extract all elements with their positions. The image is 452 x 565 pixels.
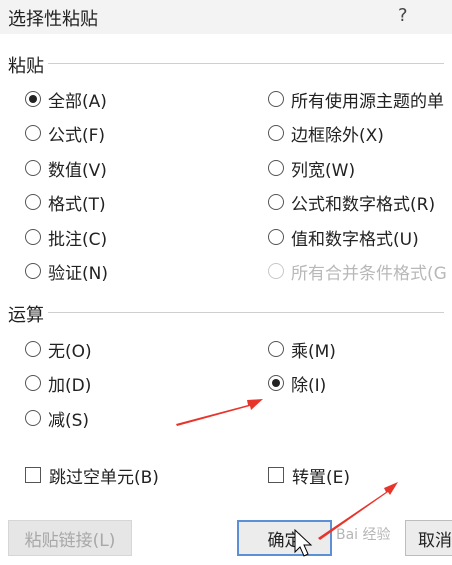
paste-section-label: 粘贴 [8,56,44,77]
radio-button[interactable] [25,194,41,210]
radio-button[interactable] [25,160,41,176]
option-label: 列宽(W) [291,160,356,181]
operation-option-subtract[interactable]: 减(S) [25,405,89,431]
radio-button [268,263,284,279]
operation-option-multiply[interactable]: 乘(M) [268,336,336,362]
radio-button[interactable] [25,375,41,391]
checkbox-box[interactable] [268,467,284,483]
radio-button[interactable] [268,125,284,141]
paste-option-all[interactable]: 全部(A) [25,86,107,112]
ok-button[interactable]: 确定 [237,520,332,556]
operation-option-add[interactable]: 加(D) [25,370,91,396]
checkbox-box[interactable] [25,467,41,483]
option-label: 公式和数字格式(R) [291,194,436,215]
dialog-title: 选择性粘贴 [8,9,98,30]
radio-button[interactable] [268,341,284,357]
paste-option-no-borders[interactable]: 边框除外(X) [268,120,384,146]
annotation-arrow-divide [176,399,263,426]
paste-option-values-number-formats[interactable]: 值和数字格式(U) [268,224,419,250]
option-label: 全部(A) [48,91,107,112]
radio-button[interactable] [268,375,284,391]
radio-button[interactable] [25,91,41,107]
option-label: 所有合并条件格式(G [291,263,447,284]
option-label: 公式(F) [48,125,106,146]
radio-button[interactable] [25,229,41,245]
radio-button[interactable] [25,410,41,426]
option-label: 边框除外(X) [291,125,384,146]
option-label: 跳过空单元(B) [49,467,159,488]
paste-option-validation[interactable]: 验证(N) [25,258,108,284]
operation-option-divide[interactable]: 除(I) [268,370,326,396]
paste-option-source-theme[interactable]: 所有使用源主题的单 [268,86,444,112]
watermark: Bai 经验 [336,527,391,543]
option-label: 所有使用源主题的单 [291,91,444,112]
paste-link-button: 粘贴链接(L) [8,520,132,556]
operation-section-label: 运算 [8,305,44,326]
radio-button[interactable] [268,91,284,107]
option-label: 验证(N) [48,263,108,284]
radio-button[interactable] [268,194,284,210]
option-label: 数值(V) [48,160,107,181]
paste-option-formats[interactable]: 格式(T) [25,189,106,215]
paste-option-formulas-number-formats[interactable]: 公式和数字格式(R) [268,189,435,215]
option-label: 乘(M) [291,341,336,362]
option-label: 格式(T) [48,194,106,215]
option-label: 值和数字格式(U) [291,229,419,250]
paste-option-comments[interactable]: 批注(C) [25,224,107,250]
radio-button[interactable] [268,229,284,245]
option-label: 无(O) [48,341,92,362]
paste-option-values[interactable]: 数值(V) [25,155,107,181]
paste-option-merge-conditional-formats: 所有合并条件格式(G [268,258,447,284]
title-bar: 选择性粘贴 ? [0,0,452,34]
operation-section-divider [48,312,444,313]
skip-blanks-checkbox[interactable]: 跳过空单元(B) [25,462,159,488]
paste-option-column-widths[interactable]: 列宽(W) [268,155,355,181]
option-label: 加(D) [48,375,92,396]
paste-option-formulas[interactable]: 公式(F) [25,120,105,146]
radio-button[interactable] [25,125,41,141]
radio-button[interactable] [268,160,284,176]
cancel-button[interactable]: 取消 [405,520,452,556]
option-label: 减(S) [48,410,90,431]
radio-button[interactable] [25,341,41,357]
help-button[interactable]: ? [398,5,408,26]
paste-section-divider [48,63,444,64]
option-label: 批注(C) [48,229,108,250]
option-label: 除(I) [291,375,327,396]
paste-special-dialog: 选择性粘贴 ? 粘贴 全部(A) 公式(F) 数值(V) 格式(T) 批注(C)… [0,0,452,565]
option-label: 转置(E) [292,467,351,488]
transpose-checkbox[interactable]: 转置(E) [268,462,350,488]
radio-button[interactable] [25,263,41,279]
operation-option-none[interactable]: 无(O) [25,336,92,362]
